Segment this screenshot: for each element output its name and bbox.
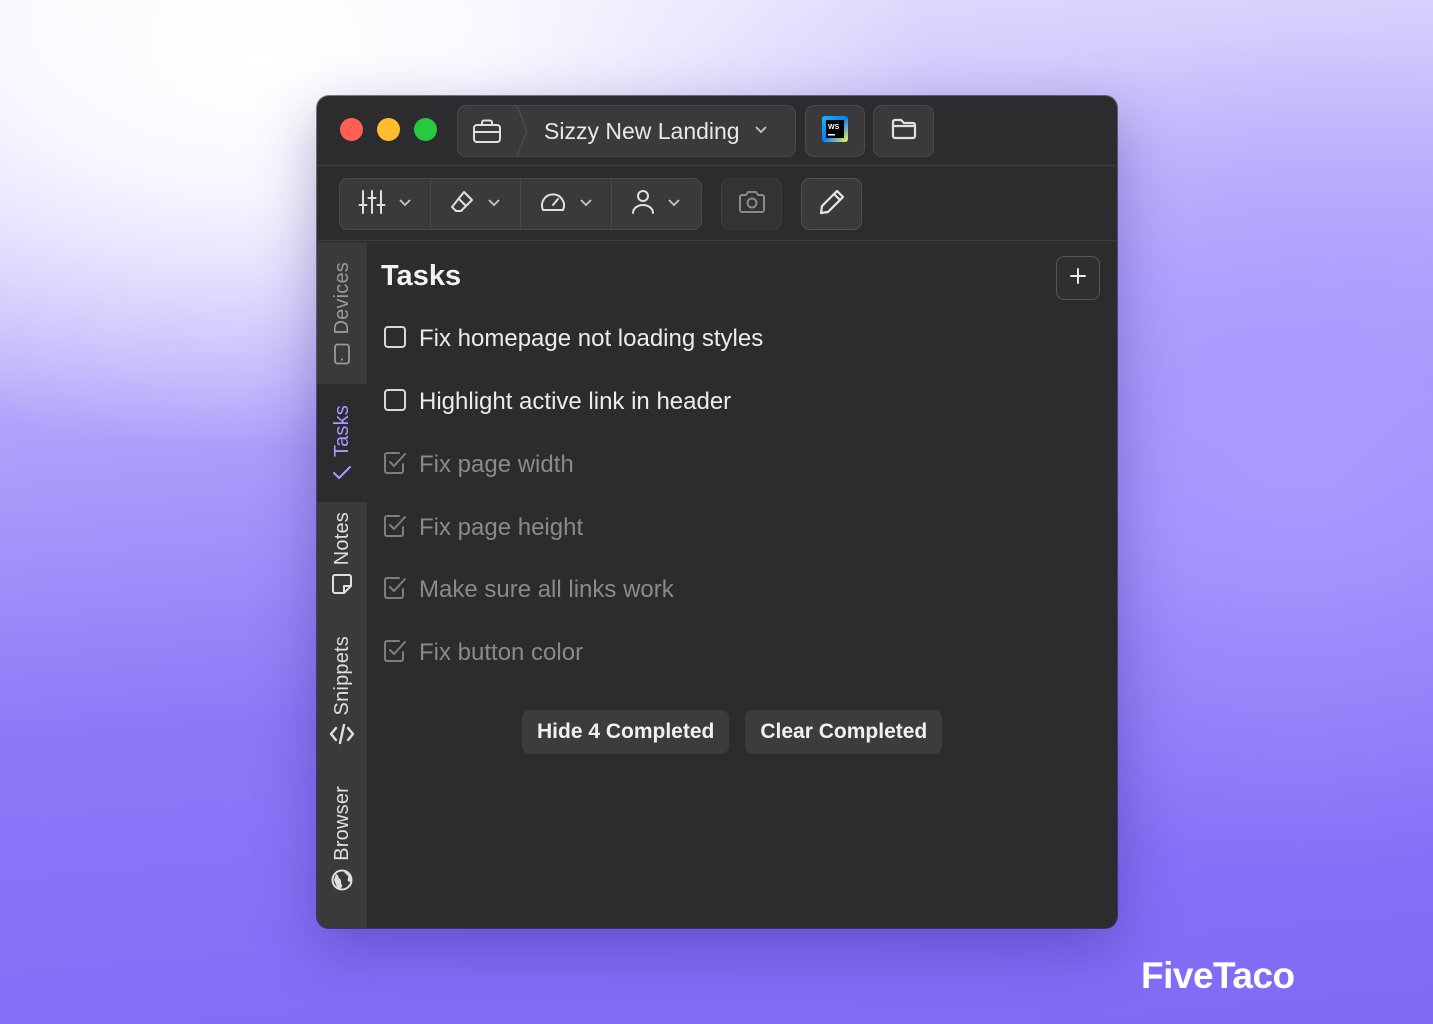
task-label: Fix page width xyxy=(419,451,574,478)
sidebar-tab-notes[interactable]: Notes xyxy=(317,502,367,612)
task-item[interactable]: Highlight active link in header xyxy=(383,384,731,420)
sidebar-tab-label: Devices xyxy=(330,262,353,335)
checkbox-checked-icon[interactable] xyxy=(383,639,407,668)
checkbox-checked-icon[interactable] xyxy=(383,576,407,605)
note-icon xyxy=(331,573,353,600)
pencil-icon xyxy=(818,188,846,221)
checkbox-checked-icon[interactable] xyxy=(383,451,407,480)
task-label: Fix button color xyxy=(419,639,584,666)
sliders-icon xyxy=(358,189,386,220)
task-actions: Hide 4 Completed Clear Completed xyxy=(522,710,943,754)
title-bar: Sizzy New Landing WS xyxy=(317,96,1117,166)
user-dropdown[interactable] xyxy=(612,179,702,229)
brand-logo: FiveTaco xyxy=(1141,955,1295,996)
webstorm-icon: WS xyxy=(822,115,848,147)
task-label: Fix homepage not loading styles xyxy=(419,325,764,352)
folder-icon xyxy=(891,118,917,145)
minimize-window-button[interactable] xyxy=(377,118,400,141)
zoom-window-button[interactable] xyxy=(414,118,437,141)
tool-group xyxy=(339,178,702,230)
sidebar-tab-label: Tasks xyxy=(330,404,353,457)
camera-icon xyxy=(737,190,767,219)
open-in-webstorm-button[interactable]: WS xyxy=(805,105,865,157)
chevron-down-icon xyxy=(754,122,768,140)
sidebar: Devices Tasks Notes Snippets Browser xyxy=(317,242,367,928)
speed-dropdown[interactable] xyxy=(521,179,612,229)
chevron-down-icon xyxy=(487,195,501,213)
chevron-down-icon xyxy=(398,195,412,213)
clear-completed-button[interactable]: Clear Completed xyxy=(745,710,943,754)
user-icon xyxy=(631,189,655,220)
panel-title: Tasks xyxy=(381,260,462,292)
task-item-completed[interactable]: Make sure all links work xyxy=(383,572,674,608)
eraser-dropdown[interactable] xyxy=(431,179,521,229)
code-icon xyxy=(329,723,355,750)
task-item-completed[interactable]: Fix page width xyxy=(383,447,574,483)
svg-text:WS: WS xyxy=(828,124,840,131)
sidebar-tab-label: Snippets xyxy=(330,635,353,715)
open-folder-button[interactable] xyxy=(873,105,934,157)
project-name: Sizzy New Landing xyxy=(544,117,740,144)
task-item[interactable]: Fix homepage not loading styles xyxy=(383,321,763,357)
close-window-button[interactable] xyxy=(340,118,363,141)
adjustments-dropdown[interactable] xyxy=(340,179,431,229)
chevron-down-icon xyxy=(579,195,593,213)
hide-completed-button[interactable]: Hide 4 Completed xyxy=(522,710,730,754)
task-label: Fix page height xyxy=(419,514,584,541)
app-window: Sizzy New Landing WS Devices Tasks Notes… xyxy=(317,96,1117,928)
device-icon xyxy=(333,343,351,370)
sidebar-tab-devices[interactable]: Devices xyxy=(317,242,367,384)
sidebar-tab-browser[interactable]: Browser xyxy=(317,762,367,908)
checkbox-unchecked-icon[interactable] xyxy=(383,325,407,354)
screenshot-button[interactable] xyxy=(721,178,782,230)
project-selector[interactable]: Sizzy New Landing xyxy=(457,105,796,157)
tasks-panel: Tasks Fix homepage not loading styles Hi… xyxy=(367,242,1117,928)
add-task-button[interactable] xyxy=(1056,256,1100,300)
sidebar-tab-tasks[interactable]: Tasks xyxy=(317,384,367,502)
chevron-down-icon xyxy=(667,195,681,213)
plus-icon xyxy=(1069,267,1087,290)
sidebar-tab-label: Browser xyxy=(330,786,353,861)
checkbox-unchecked-icon[interactable] xyxy=(383,388,407,417)
task-label: Highlight active link in header xyxy=(419,388,732,415)
breadcrumb-separator xyxy=(516,106,528,156)
sidebar-tab-snippets[interactable]: Snippets xyxy=(317,612,367,762)
check-icon xyxy=(332,465,352,486)
gauge-icon xyxy=(539,190,567,219)
eraser-icon xyxy=(449,189,475,220)
sidebar-tab-label: Notes xyxy=(330,511,353,565)
task-item-completed[interactable]: Fix page height xyxy=(383,510,583,546)
task-label: Make sure all links work xyxy=(419,576,674,603)
task-item-completed[interactable]: Fix button color xyxy=(383,635,583,671)
globe-icon xyxy=(331,869,353,896)
briefcase-icon xyxy=(458,106,516,156)
checkbox-checked-icon[interactable] xyxy=(383,514,407,543)
annotate-button[interactable] xyxy=(801,178,862,230)
toolbar xyxy=(317,167,1117,241)
